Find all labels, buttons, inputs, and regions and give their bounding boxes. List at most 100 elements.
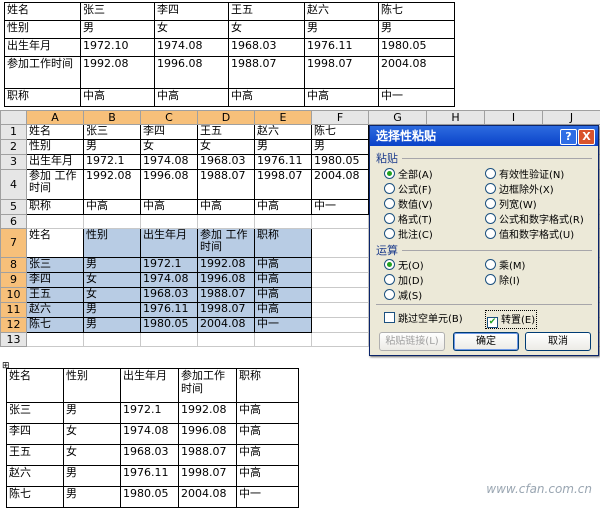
sheet-cell[interactable]: 男	[255, 140, 312, 155]
radio-paste-values[interactable]: 数值(V)	[384, 196, 433, 211]
radio-op-none[interactable]: 无(O)	[384, 257, 424, 272]
radio-paste-column-widths[interactable]: 列宽(W)	[485, 196, 537, 211]
sheet-cell[interactable]: 中一	[255, 318, 312, 333]
sheet-cell[interactable]: 职称	[255, 229, 312, 258]
row-header[interactable]: 10	[1, 288, 27, 303]
radio-paste-values-numbers[interactable]: 值和数字格式(U)	[485, 226, 574, 241]
column-header-d[interactable]: D	[198, 111, 255, 125]
row-header[interactable]: 7	[1, 229, 27, 258]
sheet-cell[interactable]: 男	[84, 140, 141, 155]
radio-paste-all[interactable]: 全部(A)	[384, 166, 433, 181]
sheet-cell[interactable]	[255, 333, 312, 347]
sheet-cell[interactable]: 李四	[141, 125, 198, 140]
row-header[interactable]: 4	[1, 170, 27, 200]
radio-op-divide[interactable]: 除(I)	[485, 272, 520, 287]
column-header-g[interactable]: G	[369, 111, 427, 125]
sheet-cell[interactable]: 参加 工作时间	[198, 229, 255, 258]
help-button[interactable]: ?	[560, 129, 577, 145]
sheet-cell[interactable]: 1998.07	[198, 303, 255, 318]
sheet-cell[interactable]: 中高	[141, 200, 198, 215]
row-header[interactable]: 12	[1, 318, 27, 333]
column-header-b[interactable]: B	[84, 111, 141, 125]
sheet-cell[interactable]	[198, 333, 255, 347]
skip-blanks-checkbox[interactable]: 跳过空单元(B)	[384, 310, 463, 325]
sheet-cell[interactable]: 中高	[255, 288, 312, 303]
sheet-cell[interactable]	[312, 333, 369, 347]
sheet-cell[interactable]: 女	[84, 288, 141, 303]
column-header-h[interactable]: H	[427, 111, 485, 125]
radio-paste-formats[interactable]: 格式(T)	[384, 211, 432, 226]
sheet-cell[interactable]: 1988.07	[198, 170, 255, 200]
sheet-cell[interactable]: 陈七	[27, 318, 84, 333]
row-header[interactable]: 6	[1, 215, 27, 229]
sheet-cell[interactable]: 1974.08	[141, 273, 198, 288]
column-header-i[interactable]: I	[485, 111, 543, 125]
sheet-cell[interactable]: 中高	[255, 200, 312, 215]
sheet-cell[interactable]: 1988.07	[198, 288, 255, 303]
sheet-cell[interactable]	[27, 215, 84, 229]
radio-paste-formulas[interactable]: 公式(F)	[384, 181, 432, 196]
sheet-cell[interactable]: 中高	[255, 258, 312, 273]
select-all-corner[interactable]	[1, 111, 27, 125]
sheet-cell[interactable]: 男	[84, 303, 141, 318]
sheet-cell[interactable]: 1968.03	[198, 155, 255, 170]
row-header[interactable]: 11	[1, 303, 27, 318]
sheet-cell[interactable]: 女	[198, 140, 255, 155]
row-header[interactable]: 9	[1, 273, 27, 288]
sheet-cell[interactable]: 1992.08	[198, 258, 255, 273]
sheet-cell[interactable]: 中一	[312, 200, 369, 215]
sheet-cell[interactable]: 姓名	[27, 229, 84, 258]
sheet-cell[interactable]	[312, 273, 369, 288]
row-header[interactable]: 1	[1, 125, 27, 140]
column-header-j[interactable]: J	[543, 111, 600, 125]
sheet-cell[interactable]: 参加 工作时间	[27, 170, 84, 200]
sheet-cell[interactable]: 张三	[84, 125, 141, 140]
row-header[interactable]: 2	[1, 140, 27, 155]
sheet-cell[interactable]: 赵六	[255, 125, 312, 140]
sheet-cell[interactable]: 陈七	[312, 125, 369, 140]
sheet-cell[interactable]	[312, 288, 369, 303]
row-header[interactable]: 8	[1, 258, 27, 273]
sheet-cell[interactable]: 张三	[27, 258, 84, 273]
sheet-cell[interactable]: 1980.05	[312, 155, 369, 170]
sheet-cell[interactable]: 男	[312, 140, 369, 155]
sheet-cell[interactable]: 性别	[84, 229, 141, 258]
sheet-cell[interactable]: 1976.11	[141, 303, 198, 318]
sheet-cell[interactable]	[84, 333, 141, 347]
sheet-cell[interactable]: 王五	[27, 288, 84, 303]
sheet-cell[interactable]	[255, 215, 312, 229]
sheet-cell[interactable]: 1972.1	[84, 155, 141, 170]
sheet-cell[interactable]: 2004.08	[198, 318, 255, 333]
sheet-cell[interactable]: 1968.03	[141, 288, 198, 303]
column-header-f[interactable]: F	[312, 111, 369, 125]
close-button[interactable]: X	[578, 129, 595, 145]
sheet-cell[interactable]: 2004.08	[312, 170, 369, 200]
sheet-cell[interactable]: 中高	[198, 200, 255, 215]
sheet-cell[interactable]	[312, 318, 369, 333]
sheet-cell[interactable]: 中高	[84, 200, 141, 215]
sheet-cell[interactable]: 1998.07	[255, 170, 312, 200]
sheet-cell[interactable]: 出生年月	[141, 229, 198, 258]
sheet-cell[interactable]: 赵六	[27, 303, 84, 318]
sheet-cell[interactable]: 1980.05	[141, 318, 198, 333]
sheet-cell[interactable]	[312, 303, 369, 318]
paste-link-button[interactable]: 粘贴链接(L)	[379, 332, 445, 351]
sheet-cell[interactable]: 中高	[255, 273, 312, 288]
sheet-cell[interactable]: 女	[84, 273, 141, 288]
row-header[interactable]: 3	[1, 155, 27, 170]
sheet-cell[interactable]	[27, 333, 84, 347]
sheet-cell[interactable]: 出生年月	[27, 155, 84, 170]
sheet-cell[interactable]	[84, 215, 141, 229]
column-header-c[interactable]: C	[141, 111, 198, 125]
sheet-cell[interactable]: 1974.08	[141, 155, 198, 170]
radio-op-add[interactable]: 加(D)	[384, 272, 424, 287]
sheet-cell[interactable]: 女	[141, 140, 198, 155]
radio-op-subtract[interactable]: 减(S)	[384, 287, 422, 302]
sheet-cell[interactable]	[312, 258, 369, 273]
radio-paste-formulas-numbers[interactable]: 公式和数字格式(R)	[485, 211, 584, 226]
column-header-a[interactable]: A	[27, 111, 84, 125]
cancel-button[interactable]: 取消	[525, 332, 591, 351]
sheet-cell[interactable]: 李四	[27, 273, 84, 288]
sheet-cell[interactable]	[198, 215, 255, 229]
row-header[interactable]: 13	[1, 333, 27, 347]
